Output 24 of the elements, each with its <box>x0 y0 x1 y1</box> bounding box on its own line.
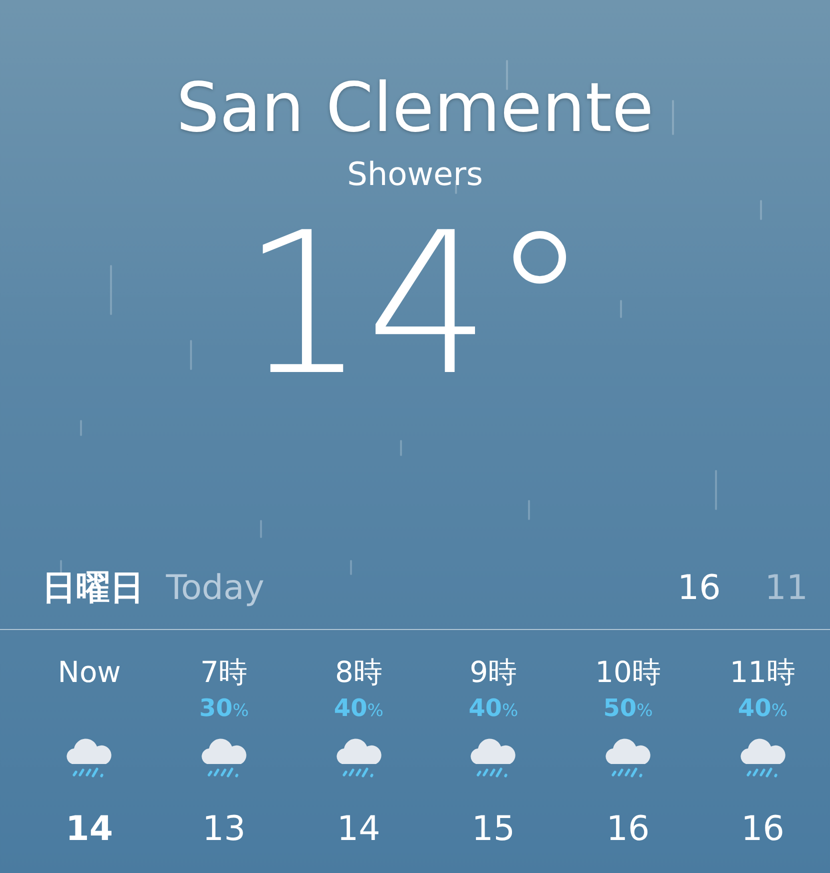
low-temperature: 11 <box>764 566 808 610</box>
hour-label: 8時 <box>334 654 382 690</box>
hourly-temperature: 16 <box>741 808 784 852</box>
hourly-temperature: 13 <box>202 808 246 852</box>
weather-condition: Showers <box>347 154 483 194</box>
current-temperature: 14° <box>241 207 589 404</box>
today-label: Today <box>166 566 264 610</box>
high-temperature: 16 <box>677 566 721 610</box>
hourly-temperature: 14 <box>337 808 380 852</box>
city-name: San Clemente <box>176 72 654 147</box>
hour-label: Now <box>58 654 121 690</box>
hourly-temperature: 14 <box>66 808 113 852</box>
precipitation-chance: 40% <box>738 694 788 722</box>
precipitation-chance: 30% <box>199 694 249 722</box>
hourly-temperature: 16 <box>606 808 650 852</box>
precipitation-chance: 40% <box>334 694 384 722</box>
hourly-temperature: 15 <box>472 808 515 852</box>
precipitation-chance: 50% <box>603 694 653 722</box>
weekday: 日曜日 <box>42 566 144 610</box>
hour-label: 9時 <box>470 654 518 690</box>
hour-label: 10時 <box>595 654 661 690</box>
hour-label: 7時 <box>200 654 248 690</box>
hour-label: 11時 <box>730 654 796 690</box>
precipitation-chance: 40% <box>468 694 518 722</box>
